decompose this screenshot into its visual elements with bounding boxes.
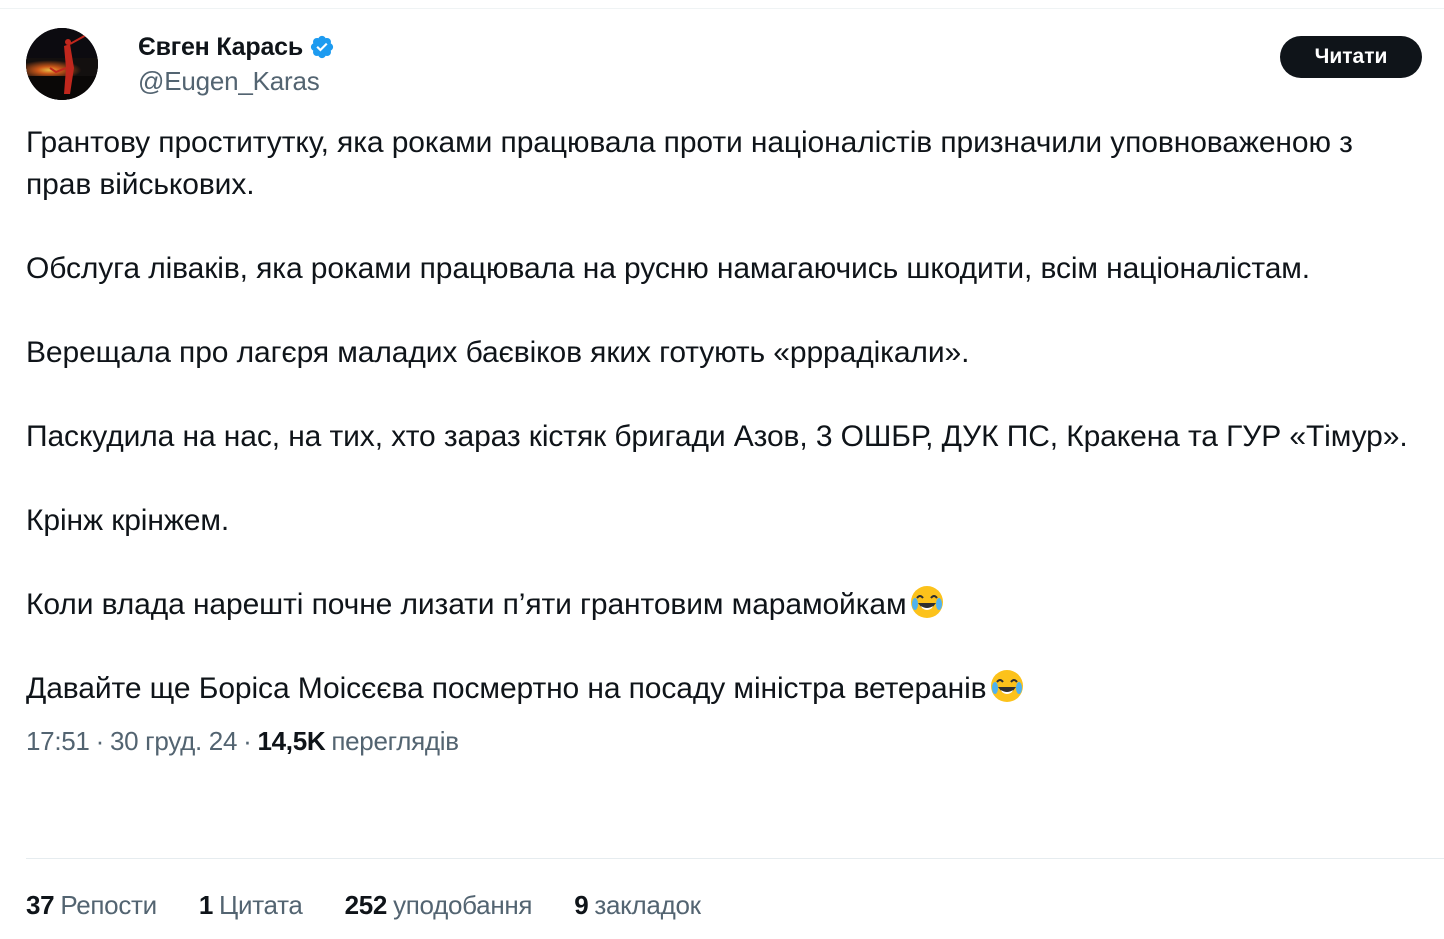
views-label: переглядів — [331, 726, 459, 756]
tweet-header: Євген Карась @Eugen_Karas Читати — [26, 28, 1422, 104]
tweet-paragraph-with-emoji: Коли влада нарешті почне лизати п’яти гр… — [26, 584, 1422, 626]
tweet-paragraph: Крінж крінжем. — [26, 504, 230, 537]
meta-separator: · — [243, 726, 252, 756]
views-count[interactable]: 14,5K — [257, 726, 325, 757]
bookmarks-stat[interactable]: 9 закладок — [574, 890, 701, 921]
handle[interactable]: @Eugen_Karas — [138, 66, 335, 97]
tweet: Євген Карась @Eugen_Karas Читати Грантов… — [26, 28, 1422, 757]
likes-label: уподобання — [393, 890, 533, 920]
quotes-count: 1 — [198, 890, 214, 920]
tweet-paragraph-with-emoji: Давайте ще Боріса Моісєєва посмертно на … — [26, 668, 1422, 710]
follow-button[interactable]: Читати — [1280, 36, 1422, 78]
name-row: Євген Карась — [138, 32, 335, 62]
tweet-paragraph-text: Давайте ще Боріса Моісєєва посмертно на … — [26, 672, 987, 705]
author-info: Євген Карась @Eugen_Karas — [138, 32, 335, 97]
tweet-paragraph: Обслуга ліваків, яка роками працювала на… — [26, 252, 1311, 285]
likes-count: 252 — [344, 890, 388, 920]
face-with-tears-of-joy-emoji-icon — [989, 668, 1025, 704]
reposts-count: 37 — [26, 890, 55, 920]
meta-separator: · — [95, 726, 105, 756]
top-divider — [0, 8, 1444, 9]
tweet-time[interactable]: 17:51 — [26, 726, 90, 757]
quotes-label: Цитата — [219, 890, 303, 920]
tweet-paragraph: Паскудила на нас, на тих, хто зараз кіст… — [26, 420, 1408, 453]
bookmarks-label: закладок — [594, 890, 701, 920]
verified-badge-icon — [309, 34, 335, 60]
bookmarks-count: 9 — [574, 890, 589, 920]
tweet-stats: 37 Репости 1 Цитата 252 уподобання 9 зак… — [26, 890, 743, 921]
tweet-meta: 17:51 · 30 груд. 24 · 14,5K переглядів — [26, 726, 1422, 757]
avatar[interactable] — [26, 28, 98, 100]
tweet-date[interactable]: 30 груд. 24 — [110, 726, 237, 757]
quotes-stat[interactable]: 1 Цитата — [199, 890, 303, 921]
tweet-paragraph-text: Коли влада нарешті почне лизати п’яти гр… — [26, 588, 907, 621]
tweet-paragraph: Верещала про лагєря маладих баєвіков яки… — [26, 336, 970, 369]
face-with-tears-of-joy-emoji-icon — [909, 584, 945, 620]
display-name[interactable]: Євген Карась — [138, 33, 303, 62]
likes-stat[interactable]: 252 уподобання — [345, 890, 533, 921]
tweet-paragraph: Грантову проститутку, яка роками працюва… — [26, 126, 1353, 201]
reposts-stat[interactable]: 37 Репости — [26, 890, 157, 921]
tweet-text: Грантову проститутку, яка роками працюва… — [26, 122, 1422, 710]
divider — [26, 858, 1444, 859]
reposts-label: Репости — [60, 890, 157, 920]
